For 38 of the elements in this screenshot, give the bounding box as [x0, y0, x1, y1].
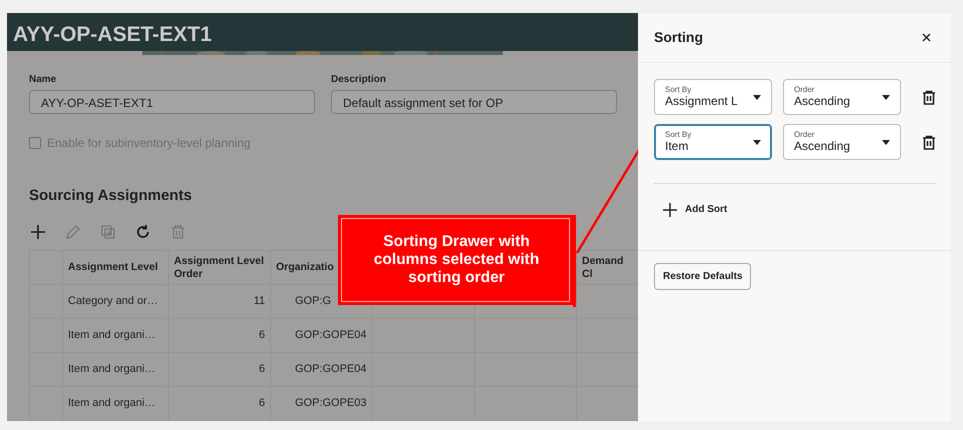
- table-cell: Item and organi…: [62, 386, 168, 420]
- text-field[interactable]: Default assignment set for OP: [331, 90, 617, 114]
- caret-icon: [753, 140, 761, 144]
- table-cell: 6: [168, 386, 270, 420]
- add-icon: [663, 202, 677, 216]
- section-title: Sourcing Assignments: [29, 186, 193, 206]
- drawer-title: Sorting: [654, 28, 703, 47]
- table-cell: GOP:GOPE04: [295, 329, 367, 342]
- trash-icon[interactable]: [922, 90, 936, 104]
- dropdown-field[interactable]: Sort By Assignment L: [654, 79, 772, 115]
- table-cell: Item and organi…: [62, 352, 168, 386]
- table-cell: GOP:GOPE03: [295, 397, 367, 410]
- field-label: Name: [29, 72, 58, 86]
- dropdown-field[interactable]: Order Ascending: [783, 79, 901, 115]
- table-cell: 6: [168, 318, 270, 352]
- table-cell: Category and or…: [62, 284, 168, 318]
- caret-icon: [882, 140, 890, 144]
- dropdown-field[interactable]: Order Ascending: [783, 124, 901, 160]
- table-cell: 6: [168, 352, 270, 386]
- table-cell: 11: [168, 284, 270, 318]
- close-icon[interactable]: [922, 33, 931, 42]
- trash-icon[interactable]: [922, 134, 936, 150]
- table-cell: GOP:G: [295, 295, 332, 308]
- page-title: AYY-OP-ASET-EXT1: [7, 13, 638, 50]
- add-icon[interactable]: [29, 223, 47, 241]
- restore-defaults-button[interactable]: Restore Defaults: [654, 263, 752, 290]
- column-header: Assignment Level Order: [168, 250, 270, 284]
- caret-icon: [882, 94, 890, 100]
- callout-label: Sorting Drawer with columns selected with sorting order: [338, 215, 573, 305]
- table-cell: Item and organi…: [62, 318, 168, 352]
- column-header: Assignment Level: [62, 250, 168, 284]
- dropdown-field[interactable]: Sort By Item: [654, 124, 772, 160]
- add-sort-button[interactable]: Add Sort: [663, 202, 951, 217]
- refresh-icon[interactable]: [134, 223, 152, 241]
- table-cell: GOP:GOPE04: [295, 363, 367, 376]
- text-field[interactable]: AYY-OP-ASET-EXT1: [29, 90, 315, 114]
- caret-icon: [753, 94, 761, 100]
- field-label: Description: [331, 72, 388, 86]
